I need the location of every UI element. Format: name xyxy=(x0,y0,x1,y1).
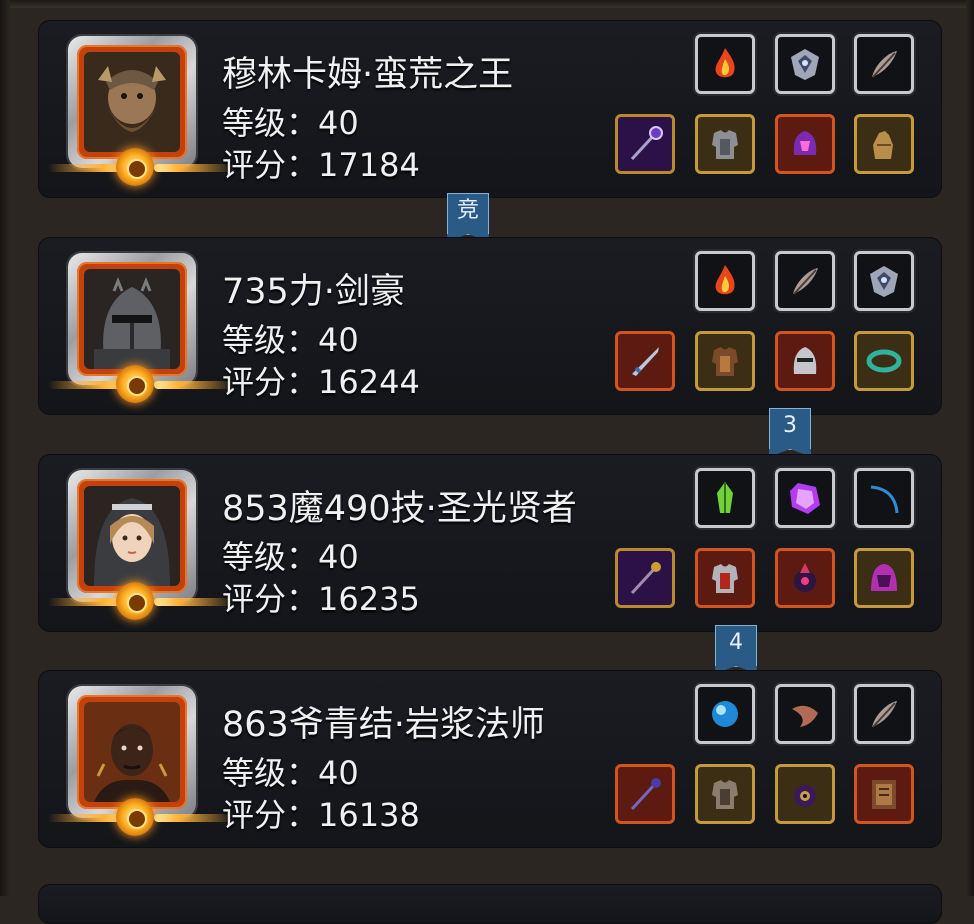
chest-armor-icon[interactable] xyxy=(695,331,755,391)
player-name: 穆林卡姆·蛮荒之王 xyxy=(222,55,514,95)
player-level: 等级：40 xyxy=(222,538,359,576)
fire-rune-icon[interactable] xyxy=(695,34,755,94)
rank-tag: 3 xyxy=(769,408,811,457)
player-avatar[interactable] xyxy=(48,686,234,836)
avatar-inner xyxy=(77,45,187,159)
player-level: 等级：40 xyxy=(222,321,359,359)
staff-weapon-icon[interactable] xyxy=(615,764,675,824)
player-avatar[interactable] xyxy=(48,470,234,620)
rank-tag: 4 xyxy=(715,625,757,674)
rank-emblem-icon xyxy=(116,365,154,403)
window-left-border xyxy=(0,0,10,896)
avatar-inner xyxy=(77,479,187,593)
player-level: 等级：40 xyxy=(222,104,359,142)
ranking-card-5-partial[interactable] xyxy=(38,884,942,924)
ranking-card-2[interactable]: 735力·剑豪 等级：40 评分：16244 xyxy=(38,237,942,415)
player-score: 评分：16235 xyxy=(222,580,420,618)
silver-emblem-icon[interactable] xyxy=(775,34,835,94)
feather-quill-icon[interactable] xyxy=(854,684,914,744)
mage-man-portrait xyxy=(84,702,180,802)
avatar-inner xyxy=(77,262,187,376)
window-right-border xyxy=(966,0,974,896)
red-armor-icon[interactable] xyxy=(695,548,755,608)
knight-helmet-portrait xyxy=(84,269,180,369)
blue-orb-icon[interactable] xyxy=(695,684,755,744)
eye-charm-icon[interactable] xyxy=(775,764,835,824)
green-crystal-icon[interactable] xyxy=(695,468,755,528)
player-name: 735力·剑豪 xyxy=(222,272,405,312)
horn-relic-icon[interactable] xyxy=(775,684,835,744)
purple-gem-icon[interactable] xyxy=(775,468,835,528)
arena-tag: 竞 xyxy=(447,193,489,242)
player-level: 等级：40 xyxy=(222,754,359,792)
silver-emblem-icon[interactable] xyxy=(854,251,914,311)
rank-emblem-icon xyxy=(116,582,154,620)
player-name: 853魔490技·圣光贤者 xyxy=(222,489,577,529)
player-score: 评分：16244 xyxy=(222,363,420,401)
dark-orb-icon[interactable] xyxy=(775,548,835,608)
knight-helm-icon[interactable] xyxy=(775,331,835,391)
feather-quill-icon[interactable] xyxy=(775,251,835,311)
sword-weapon-icon[interactable] xyxy=(615,331,675,391)
avatar-inner xyxy=(77,695,187,809)
pink-hood-icon[interactable] xyxy=(854,548,914,608)
rank-emblem-icon xyxy=(116,798,154,836)
staff-weapon-icon[interactable] xyxy=(615,114,675,174)
chest-armor-icon[interactable] xyxy=(695,114,755,174)
feather-quill-icon[interactable] xyxy=(854,34,914,94)
fire-rune-icon[interactable] xyxy=(695,251,755,311)
purple-helm-icon[interactable] xyxy=(775,114,835,174)
window-top-border xyxy=(0,0,974,8)
rank-emblem-icon xyxy=(116,148,154,186)
green-bracer-icon[interactable] xyxy=(854,331,914,391)
ranking-card-1[interactable]: 穆林卡姆·蛮荒之王 等级：40 评分：17184 xyxy=(38,20,942,198)
chest-armor-icon[interactable] xyxy=(695,764,755,824)
female-sage-portrait xyxy=(84,486,180,586)
staff-weapon-icon[interactable] xyxy=(615,548,675,608)
dwarf-warrior-portrait xyxy=(84,52,180,152)
player-avatar[interactable] xyxy=(48,36,234,186)
player-score: 评分：16138 xyxy=(222,796,420,834)
ranking-card-4[interactable]: 863爷青结·岩浆法师 等级：40 评分：16138 xyxy=(38,670,942,848)
player-score: 评分：17184 xyxy=(222,146,420,184)
player-avatar[interactable] xyxy=(48,253,234,403)
player-name: 863爷青结·岩浆法师 xyxy=(222,705,545,745)
blue-bow-icon[interactable] xyxy=(854,468,914,528)
spellbook-icon[interactable] xyxy=(854,764,914,824)
ranking-card-3[interactable]: 853魔490技·圣光贤者 等级：40 评分：16235 xyxy=(38,454,942,632)
gauntlet-icon[interactable] xyxy=(854,114,914,174)
